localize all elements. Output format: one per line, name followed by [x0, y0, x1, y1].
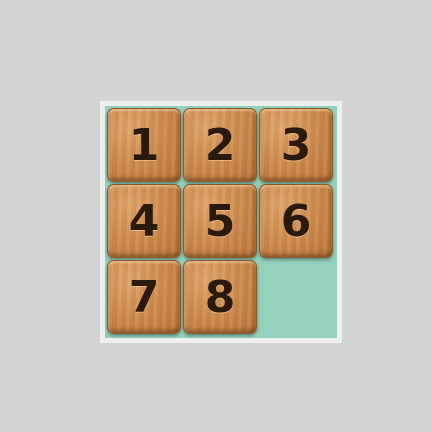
tile-6[interactable]: 6	[259, 184, 333, 258]
tile-1[interactable]: 1	[107, 108, 181, 182]
tile-8[interactable]: 8	[183, 260, 257, 334]
tile-3[interactable]: 3	[259, 108, 333, 182]
tile-number: 4	[128, 195, 160, 247]
tile-number: 1	[128, 119, 160, 171]
tile-4[interactable]: 4	[107, 184, 181, 258]
tile-number: 5	[204, 195, 236, 247]
tile-7[interactable]: 7	[107, 260, 181, 334]
tile-number: 7	[128, 271, 160, 323]
empty-slot	[259, 260, 333, 334]
tile-number: 3	[280, 119, 312, 171]
tile-2[interactable]: 2	[183, 108, 257, 182]
tile-number: 2	[204, 119, 236, 171]
tile-5[interactable]: 5	[183, 184, 257, 258]
puzzle-board: 1 2 3 4 5 6 7 8	[105, 106, 337, 338]
tile-number: 6	[280, 195, 312, 247]
tile-number: 8	[204, 271, 236, 323]
puzzle-board-frame: 1 2 3 4 5 6 7 8	[100, 101, 342, 343]
